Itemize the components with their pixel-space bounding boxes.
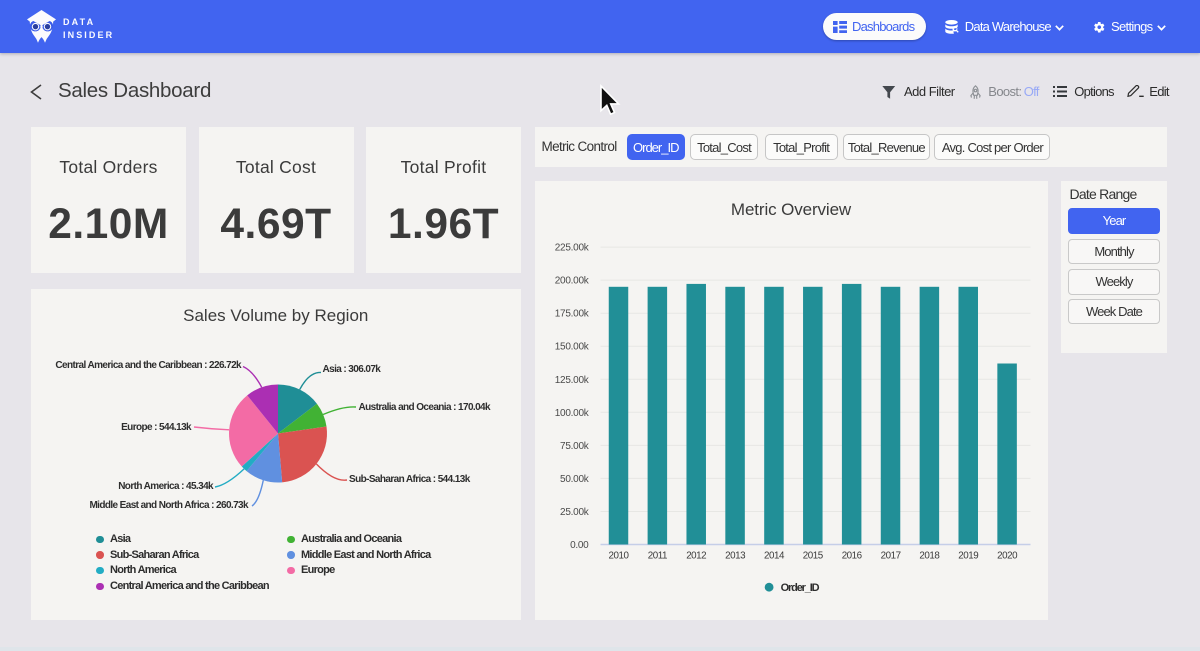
svg-text:2018: 2018 bbox=[919, 550, 940, 561]
svg-text:2010: 2010 bbox=[608, 550, 629, 561]
svg-text:0.00: 0.00 bbox=[570, 540, 589, 551]
svg-text:2015: 2015 bbox=[802, 550, 823, 561]
svg-text:2012: 2012 bbox=[686, 550, 706, 561]
svg-text:2014: 2014 bbox=[764, 550, 785, 561]
svg-text:200.00k: 200.00k bbox=[554, 275, 589, 286]
svg-text:125.00k: 125.00k bbox=[554, 374, 589, 385]
svg-text:100.00k: 100.00k bbox=[554, 407, 589, 418]
svg-text:25.00k: 25.00k bbox=[560, 507, 590, 518]
svg-text:150.00k: 150.00k bbox=[554, 341, 589, 352]
svg-text:225.00k: 225.00k bbox=[554, 242, 589, 253]
svg-text:75.00k: 75.00k bbox=[560, 440, 590, 451]
svg-text:2013: 2013 bbox=[725, 550, 746, 561]
svg-text:Order_ID: Order_ID bbox=[780, 582, 819, 594]
svg-text:2020: 2020 bbox=[997, 550, 1018, 561]
svg-text:2011: 2011 bbox=[647, 550, 666, 561]
svg-text:2016: 2016 bbox=[841, 550, 862, 561]
svg-text:2019: 2019 bbox=[958, 550, 978, 561]
svg-text:2017: 2017 bbox=[880, 550, 900, 561]
svg-text:175.00k: 175.00k bbox=[554, 308, 589, 319]
svg-text:50.00k: 50.00k bbox=[560, 473, 590, 484]
